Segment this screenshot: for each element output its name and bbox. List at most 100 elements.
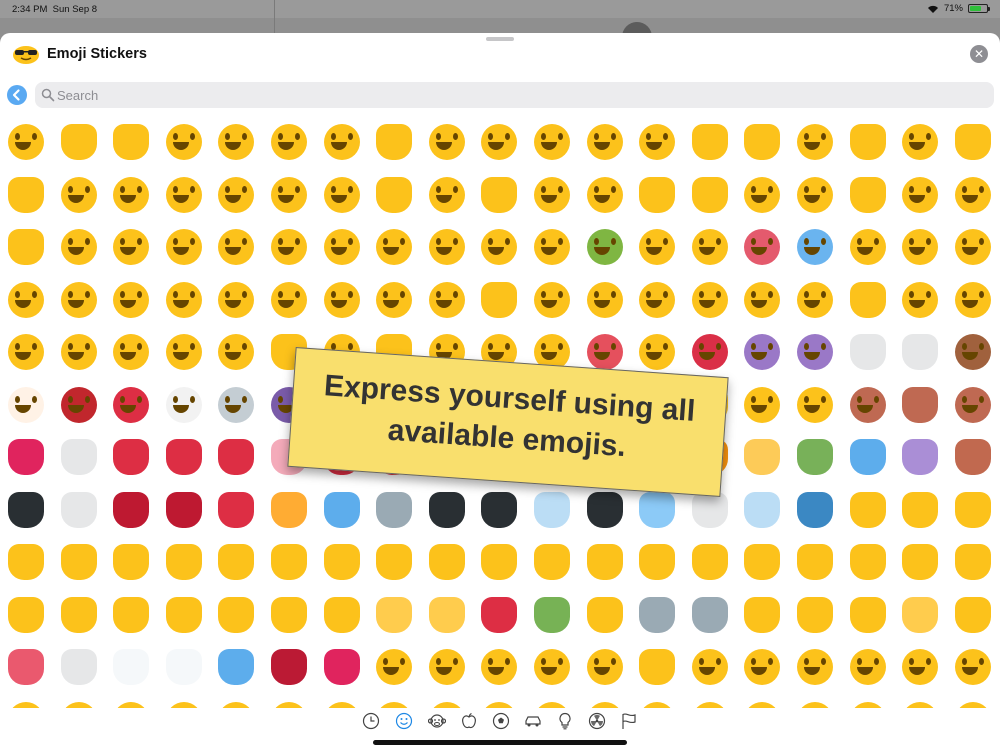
emoji-crying-cat[interactable]: [741, 384, 783, 426]
emoji-woozy[interactable]: [847, 226, 889, 268]
emoji-man-beard[interactable]: [636, 646, 678, 688]
close-button[interactable]: ✕: [970, 45, 988, 63]
emoji-vomiting[interactable]: [636, 226, 678, 268]
emoji-girl[interactable]: [531, 646, 573, 688]
emoji-upside-down[interactable]: [478, 121, 520, 163]
search-input[interactable]: [57, 82, 977, 108]
category-animals[interactable]: [427, 712, 447, 732]
emoji-sneezing[interactable]: [689, 226, 731, 268]
category-activity[interactable]: [491, 712, 511, 732]
emoji-smirk[interactable]: [899, 174, 941, 216]
emoji-blush[interactable]: [584, 121, 626, 163]
emoji-open-mouth[interactable]: [478, 279, 520, 321]
emoji-rolling-eyes[interactable]: [5, 226, 47, 268]
emoji-yellow-heart[interactable]: [741, 436, 783, 478]
emoji-screaming[interactable]: [110, 331, 152, 373]
emoji-neutral[interactable]: [741, 174, 783, 216]
emoji-collision[interactable]: [215, 489, 257, 531]
emoji-tongue[interactable]: [163, 174, 205, 216]
emoji-kissing-smiling-eyes[interactable]: [5, 174, 47, 216]
emoji-kissing[interactable]: [899, 121, 941, 163]
emoji-ghost[interactable]: [163, 384, 205, 426]
emoji-clown[interactable]: [5, 384, 47, 426]
emoji-pleading[interactable]: [689, 279, 731, 321]
emoji-person[interactable]: [584, 646, 626, 688]
emoji-hundred[interactable]: [110, 489, 152, 531]
emoji-raising-hands[interactable]: [163, 594, 205, 636]
emoji-speak-no-evil[interactable]: [952, 384, 994, 426]
emoji-kissing-heart[interactable]: [847, 121, 889, 163]
emoji-cursing[interactable]: [689, 331, 731, 373]
emoji-kissing-closed-eyes[interactable]: [952, 121, 994, 163]
category-objects[interactable]: [555, 712, 575, 732]
emoji-dizzy-symbol[interactable]: [268, 489, 310, 531]
emoji-point-up[interactable]: [741, 541, 783, 583]
emoji-shushing[interactable]: [531, 174, 573, 216]
emoji-dizzy[interactable]: [899, 226, 941, 268]
emoji-thermometer[interactable]: [478, 226, 520, 268]
emoji-sleepy[interactable]: [268, 226, 310, 268]
emoji-flushed[interactable]: [636, 279, 678, 321]
emoji-hugging[interactable]: [426, 174, 468, 216]
emoji-confounded[interactable]: [163, 331, 205, 373]
emoji-boy[interactable]: [478, 646, 520, 688]
emoji-green-heart[interactable]: [794, 436, 836, 478]
emoji-grimacing[interactable]: [58, 226, 100, 268]
emoji-halo[interactable]: [636, 121, 678, 163]
emoji-frowning[interactable]: [426, 279, 468, 321]
emoji-man-curly[interactable]: [794, 646, 836, 688]
emoji-white-heart[interactable]: [58, 489, 100, 531]
emoji-eye[interactable]: [215, 646, 257, 688]
emoji-blue-heart[interactable]: [847, 436, 889, 478]
emoji-heart-arrow[interactable]: [110, 436, 152, 478]
emoji-grinning[interactable]: [5, 121, 47, 163]
emoji-call-me[interactable]: [426, 541, 468, 583]
emoji-slight-smile[interactable]: [426, 121, 468, 163]
emoji-exploding-head[interactable]: [952, 226, 994, 268]
emoji-oncoming-fist[interactable]: [952, 541, 994, 583]
emoji-anguished[interactable]: [794, 279, 836, 321]
emoji-heart-eyes[interactable]: [741, 121, 783, 163]
emoji-palms-up[interactable]: [268, 594, 310, 636]
emoji-bone[interactable]: [110, 646, 152, 688]
emoji-alien[interactable]: [215, 384, 257, 426]
emoji-star-struck[interactable]: [794, 121, 836, 163]
emoji-skull[interactable]: [847, 331, 889, 373]
emoji-man-red-hair[interactable]: [741, 646, 783, 688]
emoji-child[interactable]: [426, 646, 468, 688]
emoji-hand-over-mouth[interactable]: [478, 174, 520, 216]
emoji-squint-tongue[interactable]: [321, 174, 363, 216]
emoji-astonished[interactable]: [584, 279, 626, 321]
emoji-poo[interactable]: [952, 331, 994, 373]
emoji-thinking[interactable]: [584, 174, 626, 216]
emoji-cowboy[interactable]: [5, 279, 47, 321]
category-smileys[interactable]: [394, 712, 414, 732]
emoji-eyes[interactable]: [163, 646, 205, 688]
emoji-laughing-squint[interactable]: [215, 121, 257, 163]
emoji-nauseated[interactable]: [584, 226, 626, 268]
home-indicator[interactable]: [373, 740, 627, 745]
emoji-vulcan[interactable]: [58, 541, 100, 583]
emoji-eye-speech[interactable]: [584, 489, 626, 531]
emoji-loudly-crying[interactable]: [58, 331, 100, 373]
emoji-left-speech[interactable]: [636, 489, 678, 531]
emoji-hushed[interactable]: [531, 279, 573, 321]
emoji-leg[interactable]: [741, 594, 783, 636]
emoji-partying[interactable]: [58, 279, 100, 321]
emoji-raised-hand[interactable]: [5, 541, 47, 583]
emoji-nose[interactable]: [952, 594, 994, 636]
emoji-sleeping[interactable]: [373, 226, 415, 268]
emoji-smiling-imp[interactable]: [741, 331, 783, 373]
emoji-hand-splayed[interactable]: [952, 489, 994, 531]
emoji-mouth[interactable]: [321, 646, 363, 688]
emoji-victory[interactable]: [215, 541, 257, 583]
emoji-selfie[interactable]: [531, 594, 573, 636]
emoji-waving-hand[interactable]: [847, 489, 889, 531]
emoji-black-heart[interactable]: [5, 489, 47, 531]
emoji-drooling[interactable]: [321, 226, 363, 268]
emoji-head-bandage[interactable]: [531, 226, 573, 268]
emoji-foot[interactable]: [794, 594, 836, 636]
emoji-sweat-droplets[interactable]: [321, 489, 363, 531]
emoji-crossbones[interactable]: [899, 331, 941, 373]
emoji-raised-back[interactable]: [899, 489, 941, 531]
